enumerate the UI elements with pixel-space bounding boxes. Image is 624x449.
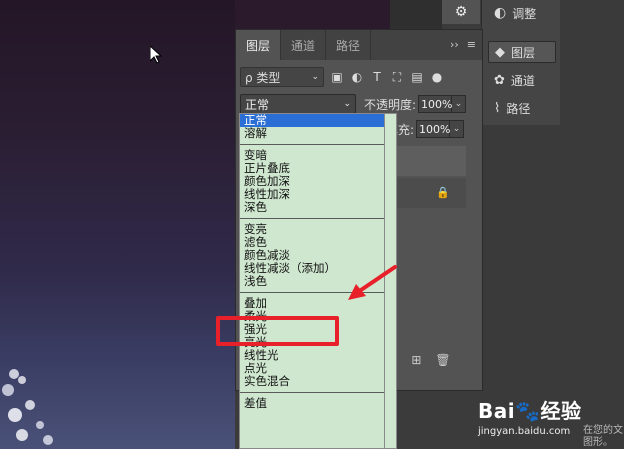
sliders-icon: ⚙: [454, 4, 468, 20]
menu-separator: [240, 144, 384, 145]
chevron-down-icon: ⌄: [311, 72, 319, 82]
watermark-logo: Bai🐾经验: [478, 399, 582, 423]
paths-icon: ⌇: [494, 100, 501, 116]
tab-layers[interactable]: 图层: [236, 30, 282, 60]
highlight-box: [216, 316, 339, 346]
fill-row: 填充: 100% ⌄: [386, 120, 465, 138]
panel-toggle-button[interactable]: ⚙: [442, 0, 480, 24]
blend-mode-select[interactable]: 正常 ⌄: [240, 94, 356, 114]
opacity-label: 不透明度:: [364, 97, 417, 112]
menu-separator: [240, 218, 384, 219]
document-canvas-top: [235, 0, 390, 30]
dock-channels-label: 通道: [510, 73, 535, 88]
dock-paths-button[interactable]: ⌇ 路径: [488, 97, 556, 119]
menu-item[interactable]: 溶解: [240, 127, 384, 140]
dock-adjust-button[interactable]: ◐ 调整: [488, 2, 556, 24]
watermark: Bai🐾经验 jingyan.baidu.com: [478, 395, 582, 437]
adjust-icon: ◐: [494, 5, 507, 21]
panel-menu-icon[interactable]: ≡: [467, 38, 476, 51]
dock-adjust-label: 调整: [512, 6, 537, 21]
menu-separator: [240, 392, 384, 393]
tab-paths[interactable]: 路径: [326, 30, 372, 60]
menu-item[interactable]: 实色混合: [240, 375, 384, 388]
type-filter-icon[interactable]: T: [370, 70, 384, 84]
chevron-down-icon: ⌄: [343, 99, 351, 109]
annotation-arrow-icon: [348, 265, 397, 300]
layer-row[interactable]: [388, 146, 466, 176]
corner-text: 在您的文 图形。: [583, 425, 623, 448]
canvas-clouds: [2, 369, 53, 445]
opacity-arrow-icon[interactable]: ⌄: [452, 95, 467, 113]
layers-icon: ◆: [495, 44, 505, 60]
filter-type-select[interactable]: ρ 类型 ⌄: [240, 67, 324, 87]
blend-mode-value: 正常: [245, 97, 270, 112]
trash-icon[interactable]: 🗑: [435, 353, 450, 367]
panel-tabs: 图层 通道 路径 ›› ≡: [236, 30, 482, 60]
panel-dock: ◐ 调整 ◆ 图层 ✿ 通道 ⌇ 路径: [481, 0, 560, 125]
dock-layers-label: 图层: [511, 45, 536, 60]
fill-arrow-icon[interactable]: ⌄: [450, 120, 465, 138]
collapse-icon[interactable]: ››: [450, 38, 459, 51]
dock-paths-label: 路径: [506, 101, 531, 116]
mouse-pointer-icon: [150, 46, 162, 64]
menu-item[interactable]: 深色: [240, 201, 384, 214]
menu-item[interactable]: 差值: [240, 397, 384, 410]
fill-input[interactable]: 100%: [416, 120, 451, 138]
layer-filter-row: ρ 类型 ⌄ ▣ ◐ T ⛶ ▤ ●: [240, 66, 478, 88]
layer-row[interactable]: [388, 178, 466, 208]
filter-toggle-icon[interactable]: ●: [430, 70, 444, 84]
image-filter-icon[interactable]: ▣: [330, 70, 344, 84]
adjustment-filter-icon[interactable]: ◐: [350, 70, 364, 84]
lock-icon: 🔒: [436, 186, 450, 199]
tab-channels[interactable]: 通道: [281, 30, 327, 60]
smart-object-filter-icon[interactable]: ▤: [410, 70, 424, 84]
blend-row: 正常 ⌄ 不透明度: 100% ⌄: [240, 93, 478, 115]
shape-filter-icon[interactable]: ⛶: [390, 70, 404, 84]
channels-icon: ✿: [494, 72, 505, 88]
watermark-url: jingyan.baidu.com: [478, 426, 571, 437]
opacity-input[interactable]: 100%: [418, 95, 453, 113]
dock-layers-button[interactable]: ◆ 图层: [488, 41, 556, 63]
dock-channels-button[interactable]: ✿ 通道: [488, 69, 556, 91]
new-layer-icon[interactable]: ⊞: [411, 353, 421, 367]
workspace-gap: [390, 0, 442, 30]
panel-controls: ›› ≡: [450, 38, 476, 51]
